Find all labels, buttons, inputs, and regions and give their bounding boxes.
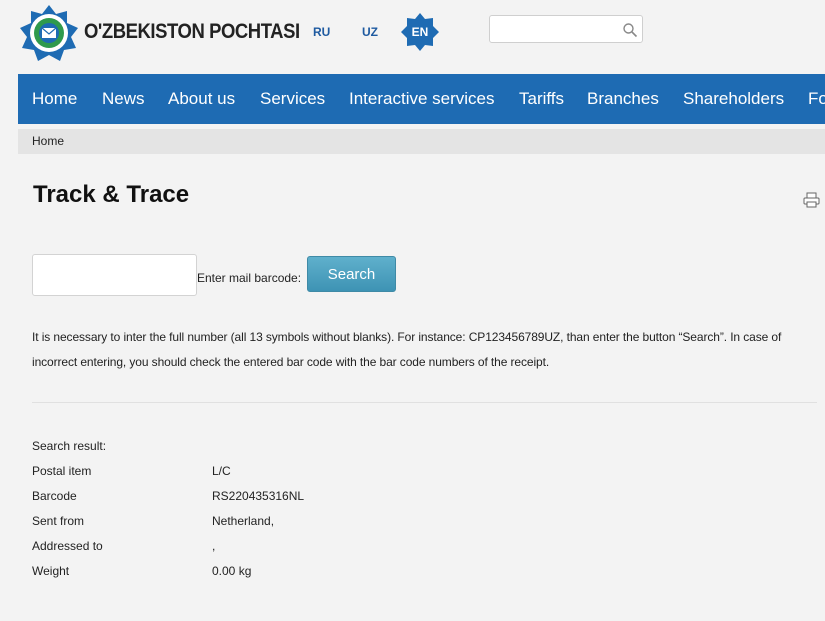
brand-name[interactable]: O'ZBEKISTON POCHTASI <box>84 20 300 44</box>
nav-news[interactable]: News <box>102 74 145 124</box>
site-header: O'ZBEKISTON POCHTASI RU UZ EN <box>0 0 825 74</box>
result-value-weight: 0.00 kg <box>212 564 252 578</box>
result-value-postal-item: L/C <box>212 464 231 478</box>
breadcrumb: Home <box>18 129 825 154</box>
nav-shareholders[interactable]: Shareholders <box>683 74 784 124</box>
language-ru-link[interactable]: RU <box>313 25 330 39</box>
nav-services[interactable]: Services <box>260 74 325 124</box>
result-label-addressed-to: Addressed to <box>32 539 103 553</box>
nav-forum[interactable]: Fo <box>808 74 825 124</box>
nav-branches[interactable]: Branches <box>587 74 659 124</box>
barcode-input[interactable] <box>32 254 197 296</box>
result-value-addressed-to: , <box>212 539 216 553</box>
language-uz-link[interactable]: UZ <box>362 25 378 39</box>
instructions-line-1: It is necessary to inter the full number… <box>32 330 782 344</box>
nav-home[interactable]: Home <box>32 74 77 124</box>
printer-icon[interactable] <box>803 192 820 208</box>
instructions-text: It is necessary to inter the full number… <box>32 325 817 375</box>
result-value-sent-from: Netherland, <box>212 514 275 528</box>
search-result-heading: Search result: <box>32 439 107 453</box>
language-en-label: EN <box>411 25 429 39</box>
barcode-label: Enter mail barcode: <box>197 271 302 285</box>
site-search-input[interactable] <box>492 18 620 42</box>
result-label-weight: Weight <box>32 564 70 578</box>
nav-about-us[interactable]: About us <box>168 74 235 124</box>
magnifier-icon[interactable] <box>622 22 638 38</box>
search-button[interactable]: Search <box>307 256 396 292</box>
nav-interactive-services[interactable]: Interactive services <box>349 74 495 124</box>
main-navigation: Home News About us Services Interactive … <box>18 74 825 124</box>
instructions-line-2: incorrect entering, you should check the… <box>32 355 550 369</box>
result-label-postal-item: Postal item <box>32 464 92 478</box>
result-label-barcode: Barcode <box>32 489 77 503</box>
divider <box>32 402 817 403</box>
breadcrumb-home[interactable]: Home <box>32 134 64 148</box>
page-title: Track & Trace <box>33 181 190 208</box>
result-value-barcode: RS220435316NL <box>212 489 305 503</box>
language-en-link[interactable]: EN <box>400 12 440 52</box>
uzbekistan-post-emblem-icon[interactable] <box>18 4 80 62</box>
site-search <box>489 15 643 43</box>
nav-tariffs[interactable]: Tariffs <box>519 74 564 124</box>
result-label-sent-from: Sent from <box>32 514 85 528</box>
